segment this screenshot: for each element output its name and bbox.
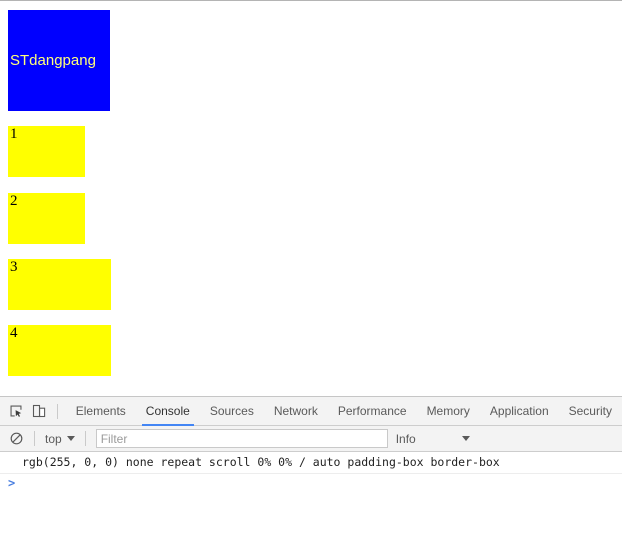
yellow-box-label: 2 (10, 193, 18, 209)
tab-label: Application (489, 404, 549, 418)
tab-sources[interactable]: Sources (200, 397, 264, 426)
yellow-box-label: 4 (10, 325, 18, 341)
tab-network[interactable]: Network (264, 397, 328, 426)
toolbar-divider (56, 403, 58, 419)
tab-performance[interactable]: Performance (328, 397, 417, 426)
tab-label: Memory (426, 404, 470, 418)
tab-application[interactable]: Application (480, 397, 559, 426)
tab-label: Performance (337, 404, 407, 418)
yellow-box-2: 2 (8, 193, 85, 244)
yellow-box-3: 3 (8, 259, 111, 310)
blue-box: STdangpang (8, 10, 110, 111)
tab-elements[interactable]: Elements (66, 397, 136, 426)
yellow-box-label: 3 (10, 259, 18, 275)
tab-label: Network (273, 404, 318, 418)
tab-label: Console (145, 404, 190, 418)
execution-context-value: top (45, 431, 62, 446)
devtools-panel: Elements Console Sources Network Perform… (0, 396, 622, 543)
filterbar-divider-2 (84, 431, 86, 446)
filterbar-divider-1 (34, 431, 35, 446)
console-filter-bar: top Info (0, 426, 622, 452)
yellow-box-label: 1 (10, 126, 18, 142)
tab-label: Security (568, 404, 612, 418)
log-level-value: Info (395, 431, 416, 446)
clear-console-icon[interactable] (4, 427, 28, 451)
inspect-element-icon[interactable] (5, 398, 28, 424)
tab-label: Elements (75, 404, 126, 418)
page-viewport: STdangpang 1 2 3 4 (0, 0, 622, 396)
console-message-text: rgb(255, 0, 0) none repeat scroll 0% 0% … (22, 455, 500, 469)
tab-label: Sources (209, 404, 254, 418)
filter-input[interactable] (95, 429, 388, 448)
console-output[interactable]: rgb(255, 0, 0) none repeat scroll 0% 0% … (0, 452, 622, 542)
tab-security[interactable]: Security (559, 397, 622, 426)
console-prompt-row[interactable]: > (0, 474, 622, 494)
execution-context-select[interactable]: top (41, 432, 79, 446)
yellow-box-1: 1 (8, 126, 85, 177)
device-toolbar-icon[interactable] (28, 398, 51, 424)
prompt-chevron-icon: > (8, 476, 16, 490)
chevron-down-icon (66, 436, 75, 441)
devtools-toolbar: Elements Console Sources Network Perform… (0, 397, 622, 426)
blue-box-label: STdangpang (10, 52, 96, 69)
yellow-box-4: 4 (8, 325, 111, 376)
tab-memory[interactable]: Memory (417, 397, 480, 426)
tab-console[interactable]: Console (136, 397, 200, 426)
devtools-tab-strip: Elements Console Sources Network Perform… (66, 397, 622, 426)
log-level-select[interactable]: Info (396, 432, 470, 446)
console-message: rgb(255, 0, 0) none repeat scroll 0% 0% … (0, 452, 622, 474)
chevron-down-icon (461, 436, 470, 441)
